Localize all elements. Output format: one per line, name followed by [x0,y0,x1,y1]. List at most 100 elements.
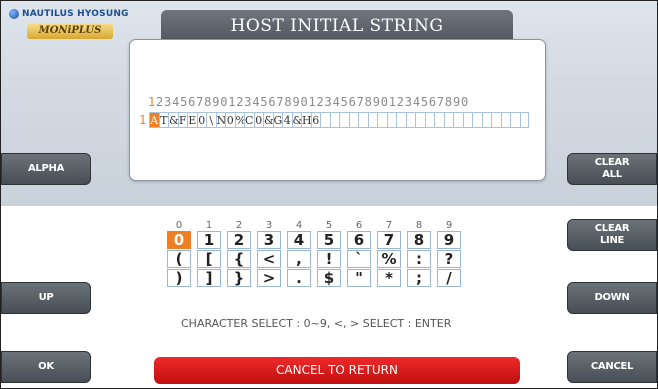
keyboard-rows: 0 1 2 3 4 5 6 7 8 9([{<,! `%:?)]} >. $ " *; / [164,231,464,288]
character-keyboard: 0123456789 0 1 2 3 4 5 6 7 8 9([{<,! `%:?)]} >. $ " *;… [164,220,464,288]
keyboard-key[interactable]: { [227,250,251,268]
keyboard-key[interactable]: 3 [257,231,281,249]
character-cell[interactable] [396,112,406,128]
keyboard-key[interactable]: : [407,250,431,268]
character-cell[interactable] [453,112,463,128]
character-cell[interactable]: H [301,112,311,128]
keyboard-key[interactable]: > [257,269,281,287]
character-cell[interactable]: T [158,112,168,128]
brand-name: NAUTILUS HYOSUNG [22,9,129,19]
character-cell[interactable] [339,112,349,128]
logo: NAUTILUS HYOSUNG MONiPLUS [9,9,139,49]
character-cell[interactable]: 4 [282,112,292,128]
cancel-to-return-button[interactable]: CANCEL TO RETURN [154,357,520,384]
keyboard-key[interactable]: " [347,269,371,287]
character-cell[interactable] [472,112,482,128]
clear-line-button[interactable]: CLEAR LINE [567,219,657,251]
column-index-label: 6 [355,220,363,231]
up-button[interactable]: UP [1,282,91,314]
character-cell[interactable]: 6 [310,112,320,128]
character-cell[interactable] [462,112,472,128]
character-cell[interactable] [377,112,387,128]
editor-line[interactable]: 1 AT&FE0\N0%C0&G4&H6 [139,112,529,128]
character-cell[interactable]: A [149,112,159,128]
keyboard-key[interactable]: ! [317,250,341,268]
character-cell[interactable] [415,112,425,128]
character-cell[interactable]: 0 [253,112,263,128]
ruler-first-digit: 1 [148,95,157,109]
character-cell[interactable] [405,112,415,128]
character-cell[interactable]: 0 [225,112,235,128]
keyboard-row: 0123456789 [164,231,464,250]
keyboard-key[interactable]: ` [347,250,371,268]
keyboard-key[interactable]: * [377,269,401,287]
character-cell[interactable] [386,112,396,128]
character-cell[interactable]: 0 [196,112,206,128]
character-cell[interactable]: & [291,112,301,128]
instruction-text: CHARACTER SELECT : 0~9, <, > SELECT : EN… [181,317,452,330]
keyboard-key[interactable]: ; [407,269,431,287]
character-cell[interactable] [481,112,491,128]
keyboard-key[interactable]: 5 [317,231,341,249]
character-cell[interactable] [348,112,358,128]
character-cell[interactable] [320,112,330,128]
clear-all-label: CLEAR ALL [594,157,630,180]
keyboard-key[interactable]: 8 [407,231,431,249]
keyboard-key[interactable]: 1 [197,231,221,249]
keyboard-key[interactable]: ? [437,250,461,268]
down-button[interactable]: DOWN [567,282,657,314]
character-cell[interactable]: G [272,112,282,128]
character-cell[interactable] [443,112,453,128]
keyboard-key[interactable]: % [377,250,401,268]
globe-icon [9,9,19,19]
character-cell[interactable]: \ [206,112,216,128]
character-cell[interactable]: C [244,112,254,128]
character-cell[interactable]: & [263,112,273,128]
character-cell[interactable] [491,112,501,128]
keyboard-key[interactable]: 2 [227,231,251,249]
keyboard-row: )]} >. $ " *; / [164,269,464,288]
column-index-label: 1 [205,220,213,231]
character-cell[interactable]: F [177,112,187,128]
character-cell[interactable] [367,112,377,128]
keyboard-key[interactable]: ) [167,269,191,287]
character-cell[interactable] [519,112,529,128]
character-cell[interactable]: % [234,112,244,128]
character-cell[interactable] [434,112,444,128]
keyboard-key[interactable]: 9 [437,231,461,249]
cancel-button[interactable]: CANCEL [567,351,657,383]
keyboard-key[interactable]: 4 [287,231,311,249]
keyboard-key[interactable]: 7 [377,231,401,249]
character-cell[interactable] [424,112,434,128]
editor-panel [129,39,546,181]
column-ruler: 1234567890123456789012345678901234567890 [148,95,469,109]
character-cell[interactable]: E [187,112,197,128]
ok-button[interactable]: OK [1,351,91,383]
clear-all-button[interactable]: CLEAR ALL [567,153,657,185]
character-cell[interactable] [329,112,339,128]
character-cell[interactable] [358,112,368,128]
keyboard-key[interactable]: 6 [347,231,371,249]
character-cell[interactable] [510,112,520,128]
character-cells[interactable]: AT&FE0\N0%C0&G4&H6 [149,112,529,128]
keyboard-key[interactable]: . [287,269,311,287]
column-index-label: 3 [265,220,273,231]
keyboard-key[interactable]: / [437,269,461,287]
character-cell[interactable]: & [168,112,178,128]
column-index-label: 4 [295,220,303,231]
ruler-digits: 234567890123456789012345678901234567890 [156,95,469,109]
keyboard-key[interactable]: ] [197,269,221,287]
alpha-button[interactable]: ALPHA [1,153,91,185]
keyboard-key[interactable]: , [287,250,311,268]
keyboard-key[interactable]: 0 [167,231,191,249]
character-cell[interactable] [500,112,510,128]
keyboard-key[interactable]: < [257,250,281,268]
keyboard-key[interactable]: $ [317,269,341,287]
brand-logo: NAUTILUS HYOSUNG [9,9,139,19]
keyboard-key[interactable]: ( [167,250,191,268]
line-number: 1 [139,113,147,127]
character-cell[interactable]: N [215,112,225,128]
keyboard-key[interactable]: [ [197,250,221,268]
column-index-label: 0 [175,220,183,231]
keyboard-key[interactable]: } [227,269,251,287]
